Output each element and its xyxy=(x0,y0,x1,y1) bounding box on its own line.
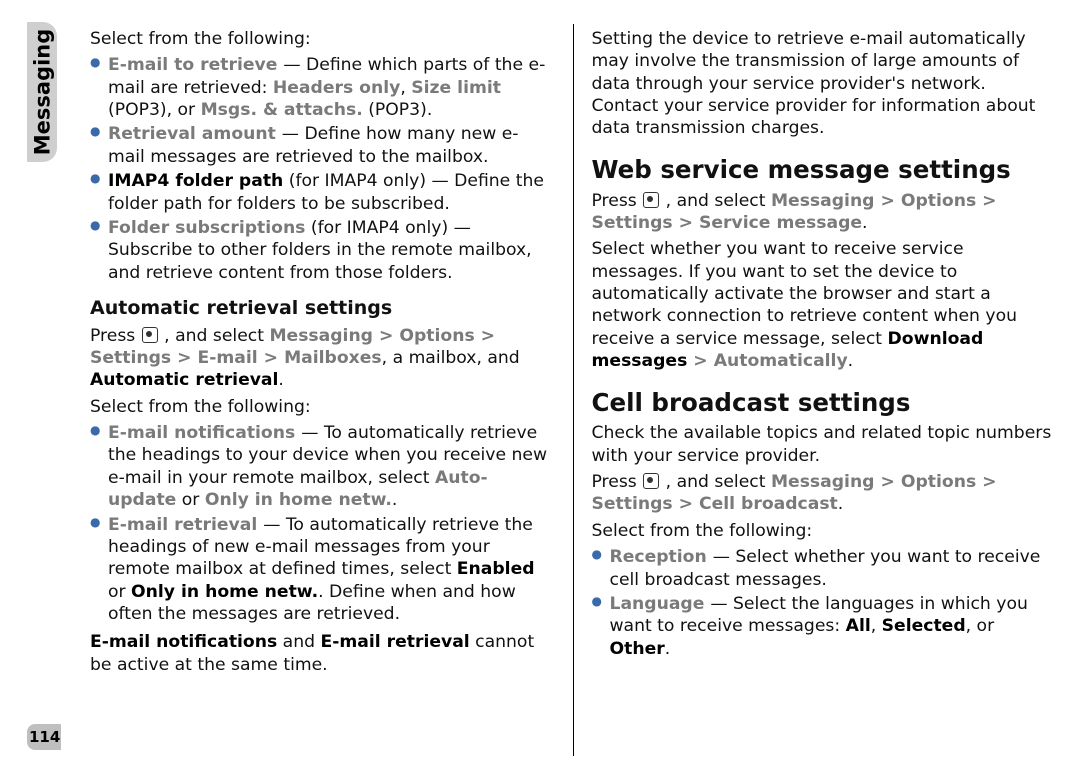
column-left: Select from the following: E-mail to ret… xyxy=(90,24,555,756)
cell-broadcast-list: Reception — Select whether you want to r… xyxy=(592,546,1057,660)
auto-retrieval-note: E-mail notifications and E-mail retrieva… xyxy=(90,631,555,676)
web-service-body: Select whether you want to receive servi… xyxy=(592,238,1057,372)
cell-check-note: Check the available topics and related t… xyxy=(592,422,1057,467)
press-instruction-web: Press , and select Messaging > Options >… xyxy=(592,190,1057,235)
select-intro: Select from the following: xyxy=(90,396,555,418)
list-item: E-mail to retrieve — Define which parts … xyxy=(108,54,555,121)
list-item: E-mail notifications — To automatically … xyxy=(108,422,555,511)
manual-page: Messaging 114 Select from the following:… xyxy=(0,0,1080,780)
list-item: Language — Select the languages in which… xyxy=(610,593,1057,660)
menu-key-icon xyxy=(643,192,659,208)
press-instruction-cell: Press , and select Messaging > Options >… xyxy=(592,471,1057,516)
list-item: Retrieval amount — Define how many new e… xyxy=(108,123,555,168)
select-intro: Select from the following: xyxy=(592,520,1057,542)
auto-retrieval-list: E-mail notifications — To automatically … xyxy=(90,422,555,625)
retrieval-settings-list: E-mail to retrieve — Define which parts … xyxy=(90,54,555,284)
content-columns: Select from the following: E-mail to ret… xyxy=(90,24,1056,756)
page-number: 114 xyxy=(27,724,61,750)
data-warning: Setting the device to retrieve e-mail au… xyxy=(592,28,1057,140)
heading-web-service: Web service message settings xyxy=(592,154,1057,186)
section-tab-label: Messaging xyxy=(30,29,54,156)
list-item: Reception — Select whether you want to r… xyxy=(610,546,1057,591)
menu-key-icon xyxy=(142,327,158,343)
heading-cell-broadcast: Cell broadcast settings xyxy=(592,387,1057,419)
column-divider xyxy=(573,24,574,756)
list-item: E-mail retrieval — To automatically retr… xyxy=(108,514,555,626)
menu-key-icon xyxy=(643,473,659,489)
column-right: Setting the device to retrieve e-mail au… xyxy=(592,24,1057,756)
list-item: Folder subscriptions (for IMAP4 only) — … xyxy=(108,217,555,284)
press-instruction-auto: Press , and select Messaging > Options >… xyxy=(90,325,555,392)
select-intro: Select from the following: xyxy=(90,28,555,50)
section-tab: Messaging xyxy=(27,22,57,162)
list-item: IMAP4 folder path (for IMAP4 only) — Def… xyxy=(108,170,555,215)
heading-automatic-retrieval: Automatic retrieval settings xyxy=(90,296,555,321)
